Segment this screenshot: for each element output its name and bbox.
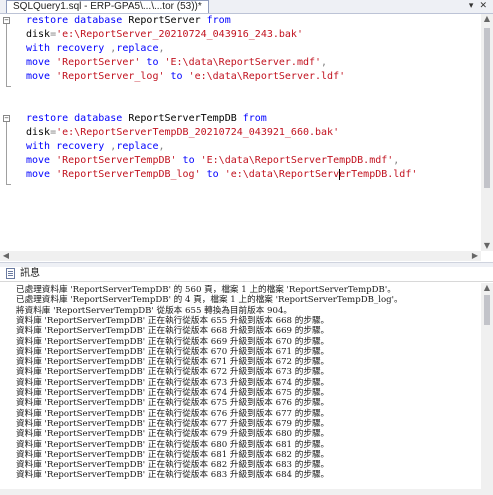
- code-line[interactable]: move 'ReportServer_log' to 'e:\data\Repo…: [26, 70, 417, 84]
- code-token: 'ReportServerTempDB_log': [56, 169, 201, 180]
- code-token: from: [206, 15, 231, 26]
- code-token: 'ReportServerTempDB': [56, 155, 177, 166]
- code-token: ,: [393, 155, 400, 166]
- code-token: disk: [26, 127, 51, 138]
- code-line[interactable]: [26, 98, 417, 112]
- code-token: ,: [158, 43, 165, 54]
- message-line: 資料庫 'ReportServerTempDB' 正在執行從版本 680 升級到…: [16, 439, 330, 450]
- message-line: 資料庫 'ReportServerTempDB' 正在執行從版本 671 升級到…: [16, 357, 330, 368]
- code-token: 'E:\data\ReportServerTempDB.mdf': [200, 155, 394, 166]
- scroll-up-icon[interactable]: ▲: [481, 283, 493, 293]
- fold-end: [6, 184, 11, 185]
- query-editor[interactable]: − − restore database ReportServer from di…: [0, 14, 481, 251]
- code-line[interactable]: with recovery ,replace,: [26, 42, 417, 56]
- scroll-down-icon[interactable]: ▼: [481, 241, 493, 251]
- code-token: move: [26, 57, 57, 68]
- fold-line: [6, 122, 7, 184]
- collapse-icon[interactable]: −: [3, 17, 10, 24]
- code-token: 'ReportServer': [56, 57, 141, 68]
- messages-tab-header: 訊息: [0, 267, 493, 282]
- code-token: 'e:\ReportServer_20210724_043916_243.bak…: [56, 29, 303, 40]
- messages-vertical-scrollbar[interactable]: ▲: [481, 283, 493, 489]
- message-line: 資料庫 'ReportServerTempDB' 正在執行從版本 670 升級到…: [16, 346, 330, 357]
- sql-code[interactable]: restore database ReportServer from disk='…: [26, 14, 417, 182]
- scrollbar-thumb[interactable]: [484, 28, 490, 188]
- fold-end: [6, 86, 11, 87]
- collapse-icon[interactable]: −: [3, 115, 10, 122]
- message-line: 資料庫 'ReportServerTempDB' 正在執行從版本 681 升級到…: [16, 449, 330, 460]
- scrollbar-thumb[interactable]: [484, 295, 490, 325]
- code-line[interactable]: move 'ReportServerTempDB' to 'E:\data\Re…: [26, 154, 417, 168]
- fold-line: [6, 24, 7, 86]
- code-token: to: [200, 169, 225, 180]
- code-line[interactable]: disk='e:\ReportServerTempDB_20210724_043…: [26, 126, 417, 140]
- message-line: 資料庫 'ReportServerTempDB' 正在執行從版本 669 升級到…: [16, 336, 330, 347]
- tab-tools: ▾ ✕: [463, 0, 487, 13]
- code-token: 'e:\ReportServerTempDB_20210724_043921_6…: [56, 127, 340, 138]
- outline-gutter: − −: [0, 14, 14, 251]
- code-token: move: [26, 71, 57, 82]
- code-line[interactable]: restore database ReportServerTempDB from: [26, 112, 417, 126]
- code-token: erTempDB.ldf': [339, 169, 418, 180]
- message-line: 將資料庫 'ReportServerTempDB' 從版本 655 轉換為目前版…: [16, 305, 293, 316]
- messages-output[interactable]: 已處理資料庫 'ReportServerTempDB' 的 560 頁，檔案 1…: [0, 283, 481, 489]
- message-line: 資料庫 'ReportServerTempDB' 正在執行從版本 679 升級到…: [16, 429, 330, 440]
- message-line: 資料庫 'ReportServerTempDB' 正在執行從版本 672 升級到…: [16, 367, 330, 378]
- message-line: 已處理資料庫 'ReportServerTempDB' 的 560 頁，檔案 1…: [16, 285, 396, 295]
- code-line[interactable]: disk='e:\ReportServer_20210724_043916_24…: [26, 28, 417, 42]
- code-line[interactable]: restore database ReportServer from: [26, 14, 417, 28]
- code-token: ,: [321, 57, 328, 68]
- code-token: 'e:\data\ReportServer.ldf': [188, 71, 346, 82]
- code-token: replace: [116, 141, 159, 152]
- message-icon: [6, 268, 15, 279]
- document-tab-strip: SQLQuery1.sql - ERP-GPA5\...\...tor (53)…: [0, 0, 493, 14]
- editor-horizontal-scrollbar[interactable]: ◀ ▶: [0, 251, 481, 261]
- code-token: restore database: [26, 15, 129, 26]
- code-token: to: [164, 71, 189, 82]
- messages-tab[interactable]: 訊息: [20, 267, 40, 281]
- code-token: 'e:\data\ReportServ: [224, 169, 340, 180]
- message-line: 資料庫 'ReportServerTempDB' 正在執行從版本 676 升級到…: [16, 408, 330, 419]
- code-token: move: [26, 169, 57, 180]
- editor-vertical-scrollbar[interactable]: ▲ ▼: [481, 14, 493, 251]
- message-line: 資料庫 'ReportServerTempDB' 正在執行從版本 673 升級到…: [16, 377, 330, 388]
- tab-sqlquery1[interactable]: SQLQuery1.sql - ERP-GPA5\...\...tor (53)…: [6, 0, 209, 13]
- message-line: 已處理資料庫 'ReportServerTempDB' 的 4 頁，檔案 1 上…: [16, 295, 403, 306]
- message-line: 資料庫 'ReportServerTempDB' 正在執行從版本 674 升級到…: [16, 388, 330, 398]
- code-token: replace: [116, 43, 159, 54]
- code-token: from: [242, 113, 267, 124]
- code-token: ReportServerTempDB: [128, 113, 243, 124]
- message-line: 資料庫 'ReportServerTempDB' 正在執行從版本 682 升級到…: [16, 460, 330, 471]
- code-token: restore database: [26, 113, 129, 124]
- message-line: 資料庫 'ReportServerTempDB' 正在執行從版本 655 升級到…: [16, 315, 330, 326]
- messages-horizontal-scrollbar[interactable]: [0, 489, 493, 495]
- code-line[interactable]: move 'ReportServer' to 'E:\data\ReportSe…: [26, 56, 417, 70]
- close-icon[interactable]: ✕: [479, 1, 487, 11]
- scroll-left-icon[interactable]: ◀: [0, 251, 12, 261]
- code-token: 'E:\data\ReportServer.mdf': [164, 57, 322, 68]
- code-token: 'ReportServer_log': [56, 71, 165, 82]
- code-line[interactable]: [26, 84, 417, 98]
- tab-title: SQLQuery1.sql - ERP-GPA5\...\...tor (53)…: [13, 1, 202, 12]
- chevron-down-icon[interactable]: ▾: [469, 1, 474, 11]
- code-token: to: [176, 155, 201, 166]
- scroll-right-icon[interactable]: ▶: [469, 251, 481, 261]
- message-line: 資料庫 'ReportServerTempDB' 正在執行從版本 675 升級到…: [16, 398, 330, 409]
- code-token: disk: [26, 29, 51, 40]
- message-line: 資料庫 'ReportServerTempDB' 正在執行從版本 677 升級到…: [16, 418, 330, 429]
- code-token: with recovery: [26, 141, 111, 152]
- message-line: 資料庫 'ReportServerTempDB' 正在執行從版本 683 升級到…: [16, 470, 330, 481]
- message-line: 資料庫 'ReportServerTempDB' 正在執行從版本 668 升級到…: [16, 326, 330, 337]
- code-token: to: [140, 57, 165, 68]
- code-line[interactable]: move 'ReportServerTempDB_log' to 'e:\dat…: [26, 168, 417, 182]
- code-token: ReportServer: [128, 15, 207, 26]
- scroll-up-icon[interactable]: ▲: [481, 14, 493, 24]
- code-line[interactable]: with recovery ,replace,: [26, 140, 417, 154]
- code-token: with recovery: [26, 43, 111, 54]
- code-token: ,: [158, 141, 165, 152]
- code-token: move: [26, 155, 57, 166]
